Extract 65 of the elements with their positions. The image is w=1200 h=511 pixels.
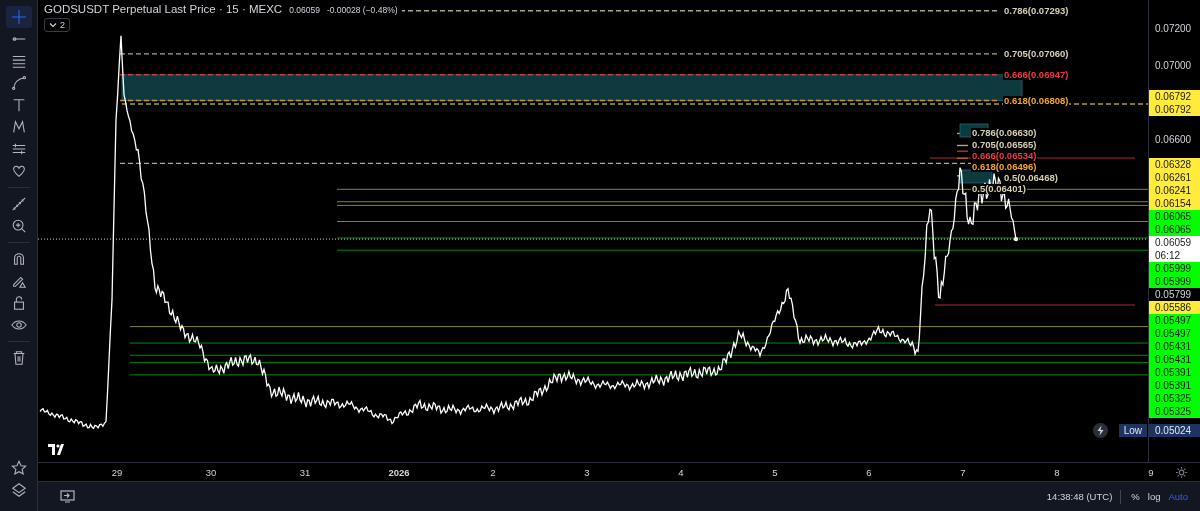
price-marker: 0.05497 (1149, 327, 1200, 341)
price-marker: 0.05325 (1149, 405, 1200, 419)
price-marker: 0.05999 (1149, 275, 1200, 289)
price-marker: 0.05325 (1149, 392, 1200, 406)
indicators-toggle[interactable]: 2 (44, 18, 70, 32)
price-marker: 0.06065 (1149, 210, 1200, 224)
last-price: 0.06059 (289, 5, 320, 15)
fib-level-label: 0.786(0.07293) (1003, 5, 1070, 16)
price-marker: 0.05391 (1149, 379, 1200, 393)
fib-level-label: 0.666(0.06947) (1003, 69, 1070, 80)
price-marker: 0.05431 (1149, 340, 1200, 354)
scale-option[interactable]: Auto (1164, 491, 1192, 503)
fib-level-line (956, 144, 969, 147)
fib-level-label: 0.5(0.06468) (1003, 173, 1059, 184)
price-marker: 0.05497 (1149, 314, 1200, 328)
time-label: 5 (771, 466, 779, 478)
price-marker: 0.06328 (1149, 158, 1200, 172)
time-label: 29 (110, 466, 124, 478)
fib-level-label: 0.705(0.07060) (1003, 48, 1070, 59)
scale-option[interactable]: log (1143, 491, 1165, 503)
fib-level-label: 0.618(0.06808) (1003, 95, 1070, 106)
price-marker: 0.06065 (1149, 223, 1200, 237)
price-tick: 0.07000 (1154, 58, 1193, 72)
price-marker: 0.06261 (1149, 171, 1200, 185)
price-tick: 0.06600 (1154, 132, 1193, 146)
symbol-title: GODSUSDT Perpetual Last Price · 15 · MEXC (44, 3, 283, 15)
bar-countdown: 06:12 (1155, 249, 1182, 263)
low-tag: Low (1118, 424, 1147, 438)
time-label: 8 (1053, 466, 1061, 478)
time-label: 7 (959, 466, 967, 478)
settings-icon[interactable] (1175, 466, 1188, 479)
price-change: -0.00028 (−0.48%) (326, 5, 398, 15)
price-marker: 0.06154 (1149, 197, 1200, 211)
price-marker: 0.05431 (1149, 353, 1200, 367)
lightning-icon[interactable] (1093, 423, 1108, 439)
price-marker: 0.06792 (1149, 103, 1200, 117)
time-label: 2 (489, 466, 497, 478)
time-label: 6 (865, 466, 873, 478)
chevron-icon (49, 22, 57, 28)
fib-level-label: 0.5(0.06401) (971, 184, 1027, 195)
price-tick: 0.07200 (1154, 21, 1193, 35)
fib-level-label: 0.786(0.06630) (971, 128, 1038, 139)
time-label: 30 (204, 466, 218, 478)
price-marker: 0.05391 (1149, 366, 1200, 380)
fib-level-label: 0.705(0.06565) (971, 140, 1038, 151)
logo-icon[interactable] (48, 444, 66, 456)
time-label: 2026 (387, 466, 411, 478)
time-label: 31 (298, 466, 312, 478)
scale-option[interactable]: % (1127, 491, 1144, 503)
screen-icon[interactable] (60, 490, 75, 504)
fib-level-line (956, 150, 969, 152)
low-price-label: 0.05024 (1149, 424, 1200, 438)
last-price-dot (1013, 236, 1019, 242)
price-marker: 0.06792 (1149, 90, 1200, 104)
price-tick: 0.05799 (1154, 288, 1193, 302)
current-price: 0.06059 (1155, 236, 1193, 250)
time-label: 4 (677, 466, 685, 478)
price-marker: 0.06241 (1149, 184, 1200, 198)
time-label: 9 (1147, 466, 1155, 478)
fib-level-label: 0.618(0.06496) (971, 162, 1038, 173)
fib-level-label: 0.666(0.06534) (971, 151, 1038, 162)
clock-time: 14:38:48 (UTC) (1046, 491, 1113, 503)
price-marker: 0.05999 (1149, 262, 1200, 276)
price-marker: 0.05586 (1149, 301, 1200, 315)
time-label: 3 (583, 466, 591, 478)
